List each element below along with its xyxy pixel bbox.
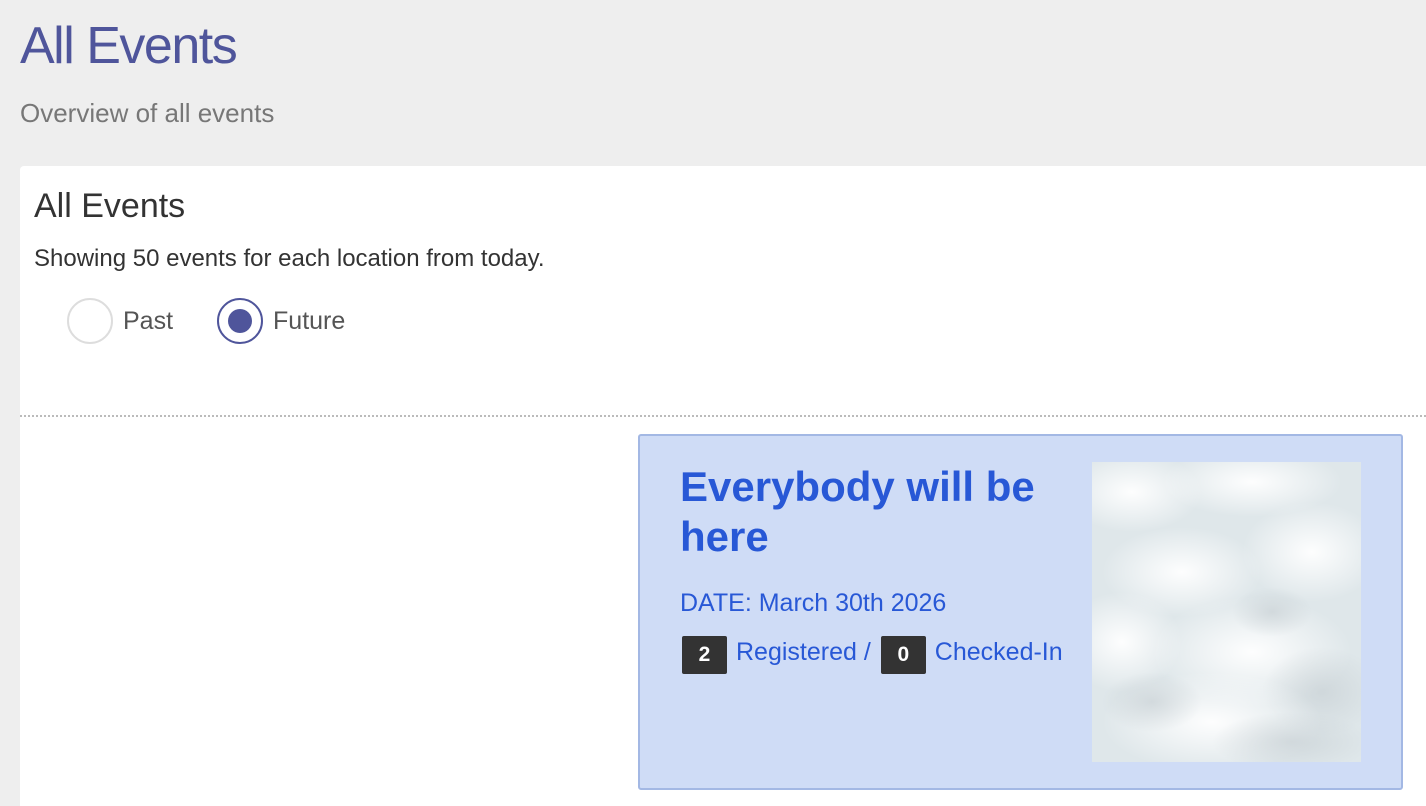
- section-divider: [20, 415, 1426, 417]
- radio-future-indicator[interactable]: [217, 298, 264, 344]
- panel-heading: All Events: [34, 187, 186, 225]
- time-filter-radio-group: Past Future: [67, 298, 345, 344]
- page-header: All Events Overview of all events: [20, 14, 274, 128]
- checked-in-label[interactable]: Checked-In: [935, 638, 1063, 667]
- radio-future-label[interactable]: Future: [273, 307, 345, 336]
- registered-label[interactable]: Registered /: [736, 638, 871, 667]
- radio-past-label[interactable]: Past: [123, 307, 173, 336]
- event-title[interactable]: Everybody will be here: [680, 462, 1060, 562]
- page-title: All Events: [20, 17, 238, 75]
- checked-in-count-badge: 0: [880, 636, 926, 674]
- panel-description: Showing 50 events for each location from…: [34, 245, 545, 272]
- cloudy-sky-image: [1092, 462, 1361, 762]
- event-date: DATE: March 30th 2026: [680, 589, 947, 617]
- page-subtitle: Overview of all events: [20, 98, 275, 128]
- events-panel: All Events Showing 50 events for each lo…: [20, 166, 1426, 806]
- event-image: [1092, 462, 1361, 762]
- radio-past-indicator[interactable]: [67, 298, 113, 344]
- event-stats: 2 Registered / 0 Checked-In: [682, 630, 1063, 674]
- radio-option-past[interactable]: Past: [67, 298, 173, 344]
- radio-option-future[interactable]: Future: [217, 298, 345, 344]
- event-card[interactable]: Everybody will be here DATE: March 30th …: [638, 434, 1403, 790]
- registered-count-badge: 2: [682, 636, 727, 674]
